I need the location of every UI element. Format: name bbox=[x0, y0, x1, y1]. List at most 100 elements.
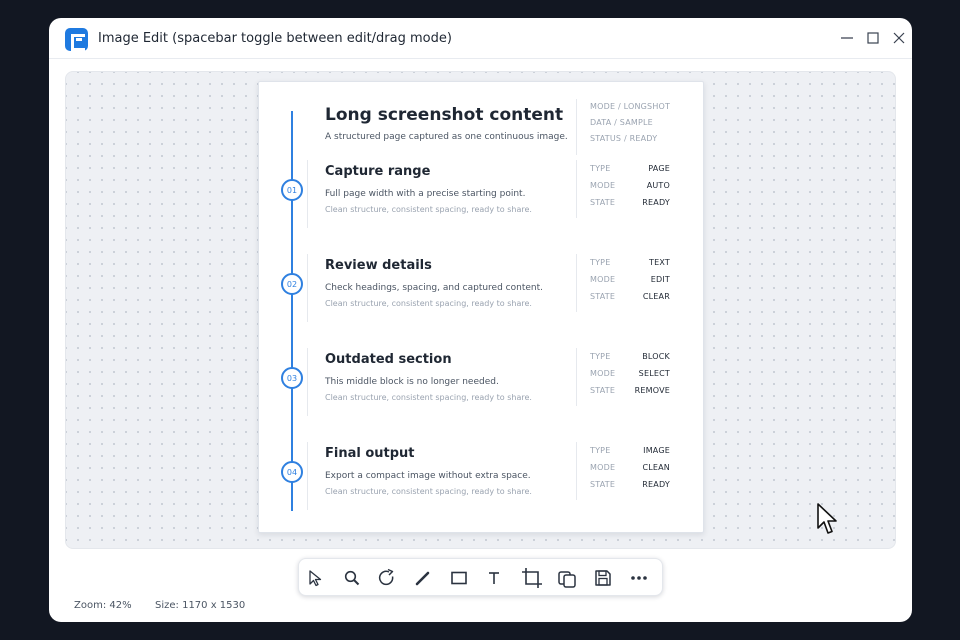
step-divider bbox=[307, 160, 308, 228]
step-title: Final output bbox=[325, 446, 415, 461]
meta-value: CLEAR bbox=[642, 292, 670, 301]
meta-key: STATE bbox=[590, 386, 616, 395]
meta-value: REMOVE bbox=[634, 386, 670, 395]
screenshot-image[interactable]: Long screenshot content A structured pag… bbox=[258, 81, 704, 533]
meta-row: TYPE PAGE bbox=[590, 164, 670, 178]
timeline-step: 03 Outdated section This middle block is… bbox=[259, 348, 705, 418]
meta-value: SELECT bbox=[638, 369, 670, 378]
save-tool-button[interactable] bbox=[592, 567, 614, 589]
crop-icon bbox=[522, 568, 542, 588]
step-note: Clean structure, consistent spacing, rea… bbox=[325, 205, 532, 214]
save-icon bbox=[595, 570, 611, 586]
step-note: Clean structure, consistent spacing, rea… bbox=[325, 299, 532, 308]
copy-icon bbox=[558, 571, 576, 588]
step-description: Full page width with a precise starting … bbox=[325, 189, 526, 199]
meta-row: TYPE TEXT bbox=[590, 258, 670, 272]
maximize-icon bbox=[867, 32, 879, 44]
more-tool-button[interactable] bbox=[628, 567, 650, 589]
step-number-badge: 03 bbox=[281, 367, 303, 389]
edit-toolbar bbox=[298, 558, 663, 596]
more-icon bbox=[631, 576, 647, 580]
rotate-tool-button[interactable] bbox=[376, 567, 398, 589]
meta-status: STATUS / READY bbox=[590, 134, 658, 143]
meta-value: READY bbox=[642, 198, 670, 207]
meta-value: READY bbox=[642, 480, 670, 489]
step-number-badge: 01 bbox=[281, 179, 303, 201]
meta-key: STATE bbox=[590, 480, 616, 489]
text-icon bbox=[489, 572, 499, 584]
step-divider bbox=[307, 348, 308, 416]
close-button[interactable] bbox=[889, 28, 909, 48]
zoom-icon bbox=[344, 570, 360, 586]
step-title: Capture range bbox=[325, 164, 431, 179]
rotate-icon bbox=[378, 568, 394, 586]
rectangle-tool-button[interactable] bbox=[448, 567, 470, 589]
step-description: Export a compact image without extra spa… bbox=[325, 471, 531, 481]
step-description: Check headings, spacing, and captured co… bbox=[325, 283, 543, 293]
step-meta: TYPE PAGE MODE AUTO STATE READY bbox=[576, 160, 676, 218]
zoom-tool-button[interactable] bbox=[341, 567, 363, 589]
meta-key: TYPE bbox=[590, 352, 611, 361]
app-logo-icon bbox=[65, 28, 88, 51]
step-title: Review details bbox=[325, 258, 432, 273]
meta-key: TYPE bbox=[590, 446, 611, 455]
text-tool-button[interactable] bbox=[483, 567, 505, 589]
meta-row: TYPE BLOCK bbox=[590, 352, 670, 366]
meta-row: TYPE IMAGE bbox=[590, 446, 670, 460]
step-number-badge: 02 bbox=[281, 273, 303, 295]
meta-key: MODE bbox=[590, 369, 616, 378]
rectangle-icon bbox=[451, 571, 467, 585]
meta-key: MODE bbox=[590, 181, 616, 190]
meta-row: MODE SELECT bbox=[590, 369, 670, 383]
select-icon bbox=[309, 570, 322, 587]
pen-tool-button[interactable] bbox=[412, 567, 434, 589]
pen-icon bbox=[415, 571, 430, 586]
close-icon bbox=[893, 32, 905, 44]
title-bar[interactable]: Image Edit (spacebar toggle between edit… bbox=[49, 18, 912, 59]
maximize-button[interactable] bbox=[863, 28, 883, 48]
step-meta: TYPE TEXT MODE EDIT STATE CLEAR bbox=[576, 254, 676, 312]
timeline-step: 04 Final output Export a compact image w… bbox=[259, 442, 705, 512]
meta-mode: MODE / LONGSHOT bbox=[590, 102, 671, 111]
meta-row: STATE CLEAR bbox=[590, 292, 670, 306]
meta-value: TEXT bbox=[649, 258, 670, 267]
header-meta: MODE / LONGSHOT DATA / SAMPLE STATUS / R… bbox=[576, 99, 670, 155]
select-tool-button[interactable] bbox=[305, 567, 327, 589]
timeline-step: 02 Review details Check headings, spacin… bbox=[259, 254, 705, 324]
step-title: Outdated section bbox=[325, 352, 452, 367]
meta-row: STATE READY bbox=[590, 480, 670, 494]
meta-row: MODE CLEAN bbox=[590, 463, 670, 477]
image-edit-window: Image Edit (spacebar toggle between edit… bbox=[49, 18, 912, 622]
window-title: Image Edit (spacebar toggle between edit… bbox=[98, 31, 452, 46]
meta-key: TYPE bbox=[590, 164, 611, 173]
meta-key: TYPE bbox=[590, 258, 611, 267]
meta-value: CLEAN bbox=[642, 463, 670, 472]
content-subtitle: A structured page captured as one contin… bbox=[325, 132, 568, 142]
zoom-status: Zoom: 42% bbox=[74, 600, 132, 611]
content-title: Long screenshot content bbox=[325, 105, 564, 125]
meta-row: MODE AUTO bbox=[590, 181, 670, 195]
meta-value: IMAGE bbox=[643, 446, 670, 455]
step-description: This middle block is no longer needed. bbox=[325, 377, 499, 387]
minimize-button[interactable] bbox=[837, 28, 857, 48]
step-note: Clean structure, consistent spacing, rea… bbox=[325, 487, 532, 496]
size-status: Size: 1170 x 1530 bbox=[155, 600, 246, 611]
meta-value: EDIT bbox=[650, 275, 670, 284]
step-meta: TYPE IMAGE MODE CLEAN STATE READY bbox=[576, 442, 676, 500]
step-divider bbox=[307, 442, 308, 510]
minimize-icon bbox=[841, 37, 853, 39]
meta-row: STATE READY bbox=[590, 198, 670, 212]
step-meta: TYPE BLOCK MODE SELECT STATE REMOVE bbox=[576, 348, 676, 406]
meta-row: MODE EDIT bbox=[590, 275, 670, 289]
timeline-step: 01 Capture range Full page width with a … bbox=[259, 160, 705, 230]
copy-tool-button[interactable] bbox=[556, 567, 578, 589]
meta-value: PAGE bbox=[648, 164, 670, 173]
crop-tool-button[interactable] bbox=[521, 567, 543, 589]
step-number-badge: 04 bbox=[281, 461, 303, 483]
mouse-pointer-icon bbox=[816, 502, 840, 540]
meta-value: BLOCK bbox=[642, 352, 670, 361]
meta-data: DATA / SAMPLE bbox=[590, 118, 653, 127]
meta-key: MODE bbox=[590, 463, 616, 472]
meta-row: STATE REMOVE bbox=[590, 386, 670, 400]
step-divider bbox=[307, 254, 308, 322]
